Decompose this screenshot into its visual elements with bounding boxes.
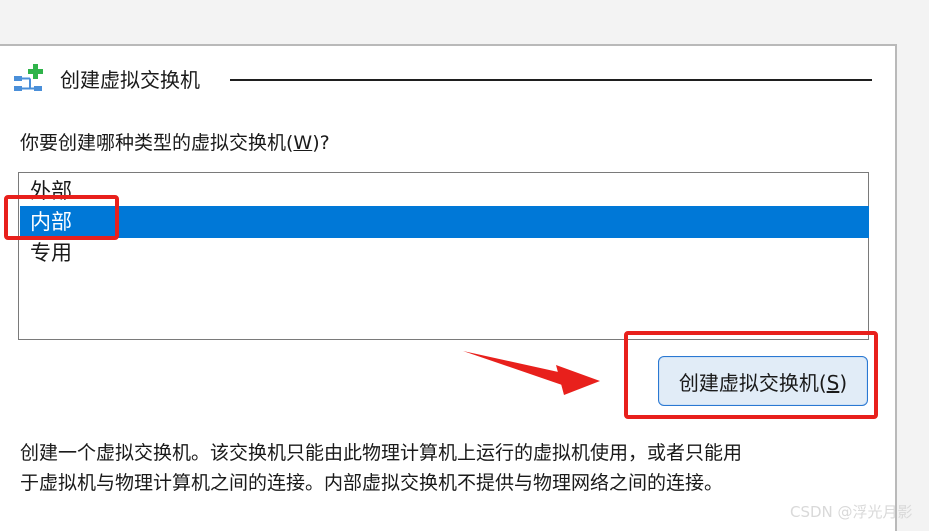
list-item-internal[interactable]: 内部 — [20, 206, 869, 238]
description-line-2: 于虚拟机与物理计算机之间的连接。内部虚拟交换机不提供与物理网络之间的连接。 — [20, 472, 724, 494]
section-divider — [230, 79, 872, 81]
switch-description: 创建一个虚拟交换机。该交换机只能由此物理计算机上运行的虚拟机使用，或者只能用 于… — [20, 438, 880, 498]
annotation-highlight-internal — [4, 195, 119, 240]
question-prefix: 你要创建哪种类型的虚拟交换机( — [20, 132, 294, 154]
annotation-highlight-button — [624, 331, 878, 419]
window-right-strip — [897, 44, 929, 529]
description-line-1: 创建一个虚拟交换机。该交换机只能由此物理计算机上运行的虚拟机使用，或者只能用 — [20, 442, 743, 464]
network-switch-add-icon — [14, 64, 43, 91]
section-title: 创建虚拟交换机 — [60, 68, 200, 92]
window-top-strip — [0, 0, 929, 44]
watermark: CSDN @浮光月影 — [790, 503, 913, 521]
question-access-key: W — [293, 132, 313, 154]
question-suffix: )? — [312, 132, 330, 154]
switch-type-question: 你要创建哪种类型的虚拟交换机(W)? — [20, 130, 330, 156]
list-item-external[interactable]: 外部 — [20, 175, 869, 207]
list-item-private[interactable]: 专用 — [20, 237, 869, 269]
annotation-arrow — [463, 351, 600, 395]
switch-type-listbox[interactable]: 外部 内部 专用 — [18, 172, 869, 340]
